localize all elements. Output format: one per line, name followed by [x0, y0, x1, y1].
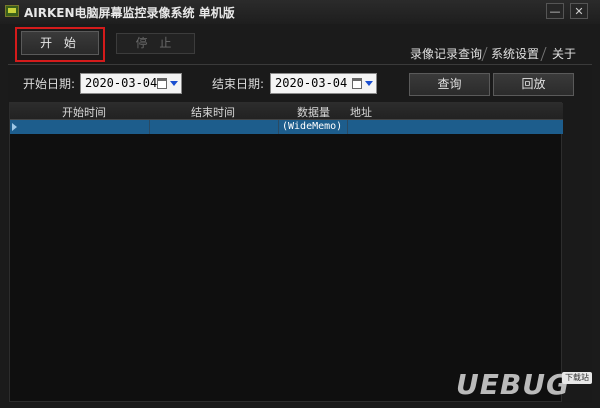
start-date-value: 2020-03-04 [85, 76, 158, 90]
window-title: AIRKEN电脑屏幕监控录像系统 单机版 [24, 6, 235, 20]
watermark-badge: 下载站 [562, 372, 592, 384]
query-button[interactable]: 查询 [409, 73, 490, 96]
end-date-label: 结束日期: [212, 77, 265, 91]
calendar-icon[interactable] [157, 78, 167, 89]
chevron-down-icon[interactable] [170, 81, 178, 86]
column-divider [278, 120, 279, 134]
start-button[interactable]: 开 始 [21, 31, 99, 55]
table-row[interactable]: (WideMemo) [10, 120, 563, 134]
column-divider [347, 120, 348, 134]
title-bar: AIRKEN电脑屏幕监控录像系统 单机版 — ✕ [0, 0, 600, 24]
column-header-start-time[interactable]: 开始时间 [62, 104, 106, 120]
playback-button[interactable]: 回放 [493, 73, 574, 96]
grid-header: 开始时间 结束时间 数据量 地址 [10, 103, 563, 120]
column-header-data-size[interactable]: 数据量 [297, 104, 330, 120]
start-date-picker[interactable]: 2020-03-04 [80, 73, 182, 94]
tab-separator [540, 47, 547, 61]
watermark: UEBUG 下载站 [446, 368, 596, 404]
app-window: AIRKEN电脑屏幕监控录像系统 单机版 — ✕ 开 始 停 止 录像记录查询 … [0, 0, 600, 408]
start-date-label: 开始日期: [23, 77, 76, 91]
tab-about[interactable]: 关于 [552, 45, 576, 63]
cell-data-size[interactable]: (WideMemo) [282, 120, 342, 134]
end-date-picker[interactable]: 2020-03-04 [270, 73, 377, 94]
calendar-icon[interactable] [352, 78, 362, 89]
records-grid[interactable]: 开始时间 结束时间 数据量 地址 (WideMemo) [9, 102, 563, 402]
tab-system-settings[interactable]: 系统设置 [491, 45, 539, 63]
minimize-button[interactable]: — [546, 3, 564, 19]
app-logo-icon [5, 5, 19, 17]
column-divider [149, 120, 150, 134]
watermark-text: UEBUG [456, 368, 570, 401]
stop-button[interactable]: 停 止 [116, 33, 195, 54]
tab-record-query[interactable]: 录像记录查询 [410, 45, 482, 63]
tab-separator [481, 47, 488, 61]
end-date-value: 2020-03-04 [275, 76, 348, 90]
column-header-address[interactable]: 地址 [350, 104, 372, 120]
close-button[interactable]: ✕ [570, 3, 588, 19]
chevron-down-icon[interactable] [365, 81, 373, 86]
column-header-end-time[interactable]: 结束时间 [191, 104, 235, 120]
row-indicator-icon [12, 123, 17, 131]
